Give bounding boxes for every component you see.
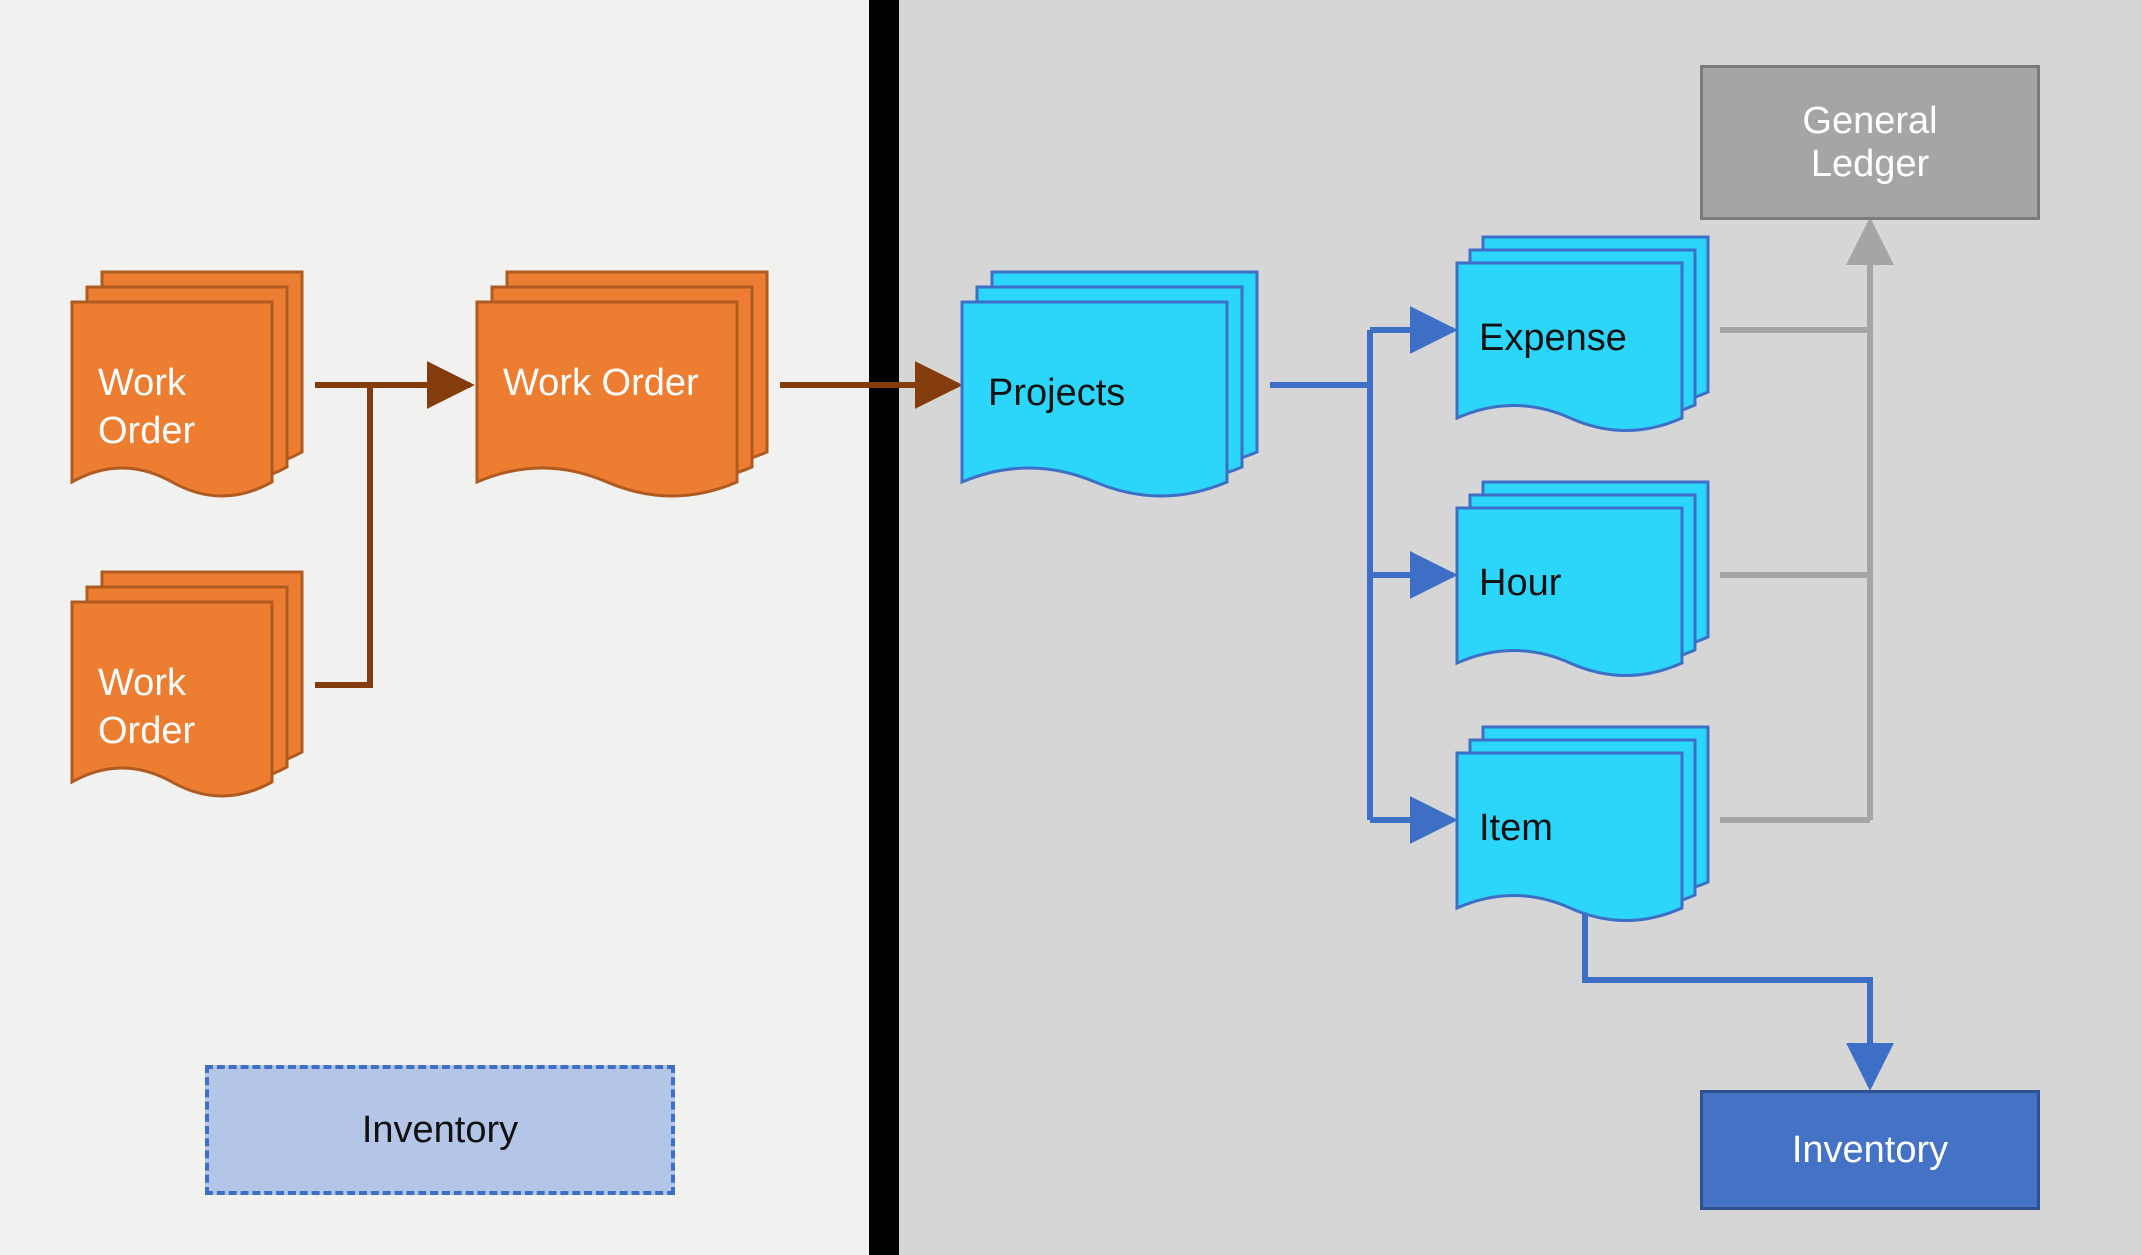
expense-stack: Expense	[1455, 235, 1720, 435]
divider	[869, 0, 899, 1255]
inventory-right-label: Inventory	[1792, 1129, 1948, 1172]
work-order-main-label: Work Order	[503, 360, 699, 408]
work-order-main-stack: Work Order	[475, 270, 780, 500]
work-order-2-label: Work Order	[98, 660, 195, 755]
item-stack: Item	[1455, 725, 1720, 925]
general-ledger-label: General Ledger	[1802, 100, 1937, 186]
work-order-1-label: Work Order	[98, 360, 195, 455]
item-label: Item	[1479, 805, 1553, 853]
inventory-left-box: Inventory	[205, 1065, 675, 1195]
work-order-stack-2: Work Order	[70, 570, 315, 800]
diagram-root: Work Order Work Order Work Order	[0, 0, 2141, 1255]
expense-label: Expense	[1479, 315, 1627, 363]
hour-stack: Hour	[1455, 480, 1720, 680]
general-ledger-box: General Ledger	[1700, 65, 2040, 220]
inventory-left-label: Inventory	[362, 1109, 518, 1152]
hour-label: Hour	[1479, 560, 1561, 608]
inventory-right-box: Inventory	[1700, 1090, 2040, 1210]
projects-label: Projects	[988, 370, 1125, 418]
work-order-stack-1: Work Order	[70, 270, 315, 500]
projects-stack: Projects	[960, 270, 1270, 500]
